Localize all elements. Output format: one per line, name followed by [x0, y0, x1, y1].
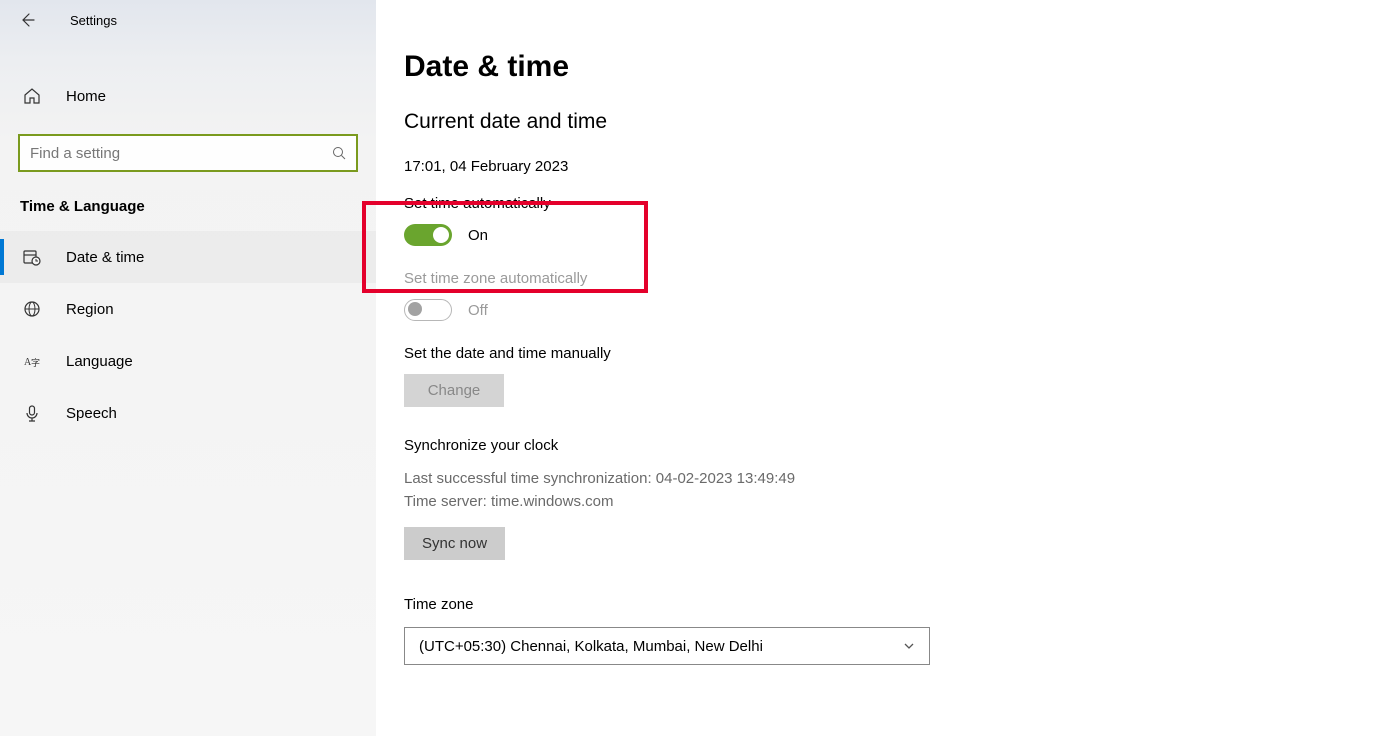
microphone-icon: [22, 404, 42, 422]
sync-info: Last successful time synchronization: 04…: [404, 468, 1381, 513]
timezone-selected: (UTC+05:30) Chennai, Kolkata, Mumbai, Ne…: [419, 638, 763, 655]
change-button: Change: [404, 374, 504, 407]
set-time-auto-label: Set time automatically: [404, 195, 1381, 212]
set-tz-auto-toggle: [404, 299, 452, 321]
sidebar-item-region[interactable]: Region: [0, 283, 376, 335]
main-content: Date & time Current date and time 17:01,…: [376, 0, 1381, 736]
sidebar-item-language[interactable]: A字 Language: [0, 335, 376, 387]
sidebar-item-speech[interactable]: Speech: [0, 387, 376, 439]
sync-now-button[interactable]: Sync now: [404, 527, 505, 560]
sidebar: Settings Home Time & Language Date & tim…: [0, 0, 376, 736]
page-title: Date & time: [404, 50, 1381, 84]
app-title: Settings: [70, 13, 117, 28]
timezone-label: Time zone: [404, 596, 1381, 613]
setting-set-tz-auto: Set time zone automatically Off: [404, 270, 1381, 321]
sidebar-item-label: Date & time: [66, 249, 144, 266]
svg-text:字: 字: [31, 357, 40, 368]
search-box[interactable]: [18, 134, 358, 172]
setting-set-time-auto: Set time automatically On: [404, 195, 1381, 246]
set-tz-auto-label: Set time zone automatically: [404, 270, 1381, 287]
sidebar-item-label: Region: [66, 301, 114, 318]
sidebar-item-label: Language: [66, 353, 133, 370]
back-button[interactable]: [18, 11, 36, 29]
search-icon: [332, 146, 346, 160]
home-icon: [22, 87, 42, 105]
timezone-section: Time zone (UTC+05:30) Chennai, Kolkata, …: [404, 596, 1381, 665]
sync-server: Time server: time.windows.com: [404, 491, 1381, 514]
title-bar: Settings: [0, 0, 376, 40]
sidebar-section-title: Time & Language: [0, 172, 376, 231]
globe-icon: [22, 300, 42, 318]
sidebar-home[interactable]: Home: [0, 72, 376, 120]
current-datetime-heading: Current date and time: [404, 110, 1381, 134]
timezone-select[interactable]: (UTC+05:30) Chennai, Kolkata, Mumbai, Ne…: [404, 627, 930, 665]
sidebar-home-label: Home: [66, 88, 106, 105]
sync-heading: Synchronize your clock: [404, 437, 1381, 454]
setting-manual: Set the date and time manually Change: [404, 345, 1381, 407]
current-datetime-value: 17:01, 04 February 2023: [404, 158, 1381, 175]
manual-label: Set the date and time manually: [404, 345, 1381, 362]
sync-last: Last successful time synchronization: 04…: [404, 468, 1381, 491]
calendar-clock-icon: [22, 248, 42, 266]
sidebar-item-date-time[interactable]: Date & time: [0, 231, 376, 283]
sync-section: Synchronize your clock Last successful t…: [404, 437, 1381, 560]
chevron-down-icon: [903, 640, 915, 652]
set-time-auto-toggle[interactable]: [404, 224, 452, 246]
back-arrow-icon: [19, 12, 35, 28]
search-input[interactable]: [30, 145, 332, 162]
set-time-auto-state: On: [468, 227, 488, 244]
set-tz-auto-state: Off: [468, 302, 488, 319]
sidebar-item-label: Speech: [66, 405, 117, 422]
language-icon: A字: [22, 352, 42, 370]
